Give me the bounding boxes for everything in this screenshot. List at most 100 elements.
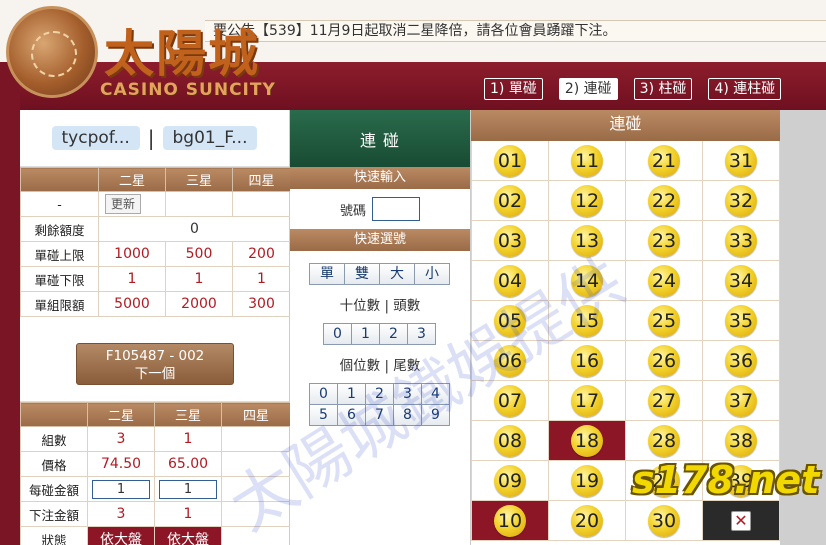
limits-header-3star: 三星 bbox=[165, 167, 233, 192]
number-cell[interactable]: 02 bbox=[472, 181, 549, 221]
user-accounts: tycpof... | bg01_F... bbox=[20, 110, 289, 167]
group-limit-3star: 2000 bbox=[165, 291, 233, 317]
ones-9-button[interactable]: 9 bbox=[421, 404, 450, 426]
number-cell[interactable]: 31 bbox=[703, 141, 780, 181]
number-cell[interactable]: 39 bbox=[703, 461, 780, 501]
clear-selection-button[interactable]: ✕ bbox=[703, 501, 780, 541]
number-cell[interactable]: 34 bbox=[703, 261, 780, 301]
min-bet-2star: 1 bbox=[98, 266, 166, 292]
number-cell[interactable]: 16 bbox=[549, 341, 626, 381]
refresh-button[interactable]: 更新 bbox=[105, 194, 142, 214]
group-count-3star: 1 bbox=[154, 426, 222, 452]
amount-input-2star[interactable] bbox=[92, 479, 150, 499]
number-cell[interactable]: 18 bbox=[549, 421, 626, 461]
group-limit-2star: 5000 bbox=[98, 291, 166, 317]
small-button[interactable]: 小 bbox=[414, 263, 450, 285]
number-cell[interactable]: 03 bbox=[472, 221, 549, 261]
number-cell[interactable]: 06 bbox=[472, 341, 549, 381]
remaining-value: 0 bbox=[98, 216, 291, 242]
number-cell[interactable]: 05 bbox=[472, 301, 549, 341]
number-cell[interactable]: 17 bbox=[549, 381, 626, 421]
number-cell[interactable]: 25 bbox=[626, 301, 703, 341]
number-cell[interactable]: 08 bbox=[472, 421, 549, 461]
number-input[interactable] bbox=[372, 197, 420, 221]
price-3star: 65.00 bbox=[154, 451, 222, 477]
number-cell[interactable]: 27 bbox=[626, 381, 703, 421]
even-button[interactable]: 雙 bbox=[344, 263, 380, 285]
tens-0-button[interactable]: 0 bbox=[323, 323, 352, 345]
number-cell[interactable]: 15 bbox=[549, 301, 626, 341]
left-edge-strip bbox=[0, 62, 20, 545]
limits-dash: - bbox=[20, 191, 99, 217]
ones-0-button[interactable]: 0 bbox=[309, 383, 338, 405]
number-cell[interactable]: 37 bbox=[703, 381, 780, 421]
amount-input-3star[interactable] bbox=[159, 479, 217, 499]
number-cell[interactable]: 30 bbox=[626, 501, 703, 541]
tab-pillar-combo[interactable]: 3) 柱碰 bbox=[633, 78, 693, 100]
limits-header-blank bbox=[20, 167, 99, 192]
number-cell[interactable]: 10 bbox=[472, 501, 549, 541]
number-cell[interactable]: 29 bbox=[626, 461, 703, 501]
total-label: 下注金額 bbox=[20, 501, 88, 527]
number-cell[interactable]: 01 bbox=[472, 141, 549, 181]
next-ticket-button[interactable]: F105487 - 002 下一個 bbox=[76, 343, 234, 385]
number-cell[interactable]: 32 bbox=[703, 181, 780, 221]
number-ball: 30 bbox=[648, 504, 680, 537]
total-4star bbox=[221, 501, 291, 527]
number-cell[interactable]: 23 bbox=[626, 221, 703, 261]
number-cell[interactable]: 07 bbox=[472, 381, 549, 421]
status-2star: 依大盤 bbox=[87, 526, 155, 545]
ones-2-button[interactable]: 2 bbox=[365, 383, 394, 405]
number-ball: 14 bbox=[571, 264, 603, 297]
number-ball: 37 bbox=[725, 384, 757, 417]
number-ball: 15 bbox=[571, 304, 603, 337]
number-ball: 12 bbox=[571, 184, 603, 217]
number-ball: 27 bbox=[648, 384, 680, 417]
number-ball: 02 bbox=[494, 184, 526, 217]
total-2star: 3 bbox=[87, 501, 155, 527]
type-button-group: 單 雙 大 小 bbox=[290, 263, 470, 285]
number-cell[interactable]: 33 bbox=[703, 221, 780, 261]
number-cell[interactable]: 19 bbox=[549, 461, 626, 501]
max-bet-2star: 1000 bbox=[98, 241, 166, 267]
user-account-1[interactable]: tycpof... bbox=[51, 126, 140, 150]
tens-2-button[interactable]: 2 bbox=[379, 323, 408, 345]
ones-8-button[interactable]: 8 bbox=[393, 404, 422, 426]
number-cell[interactable]: 13 bbox=[549, 221, 626, 261]
number-cell[interactable]: 11 bbox=[549, 141, 626, 181]
tab-linked-combo[interactable]: 2) 連碰 bbox=[558, 78, 618, 100]
ones-4-button[interactable]: 4 bbox=[421, 383, 450, 405]
odd-button[interactable]: 單 bbox=[309, 263, 345, 285]
number-cell[interactable]: 24 bbox=[626, 261, 703, 301]
number-cell[interactable]: 14 bbox=[549, 261, 626, 301]
number-cell[interactable]: 26 bbox=[626, 341, 703, 381]
min-bet-label: 單碰下限 bbox=[20, 266, 99, 292]
ones-3-button[interactable]: 3 bbox=[393, 383, 422, 405]
tens-1-button[interactable]: 1 bbox=[351, 323, 380, 345]
group-limit-4star: 300 bbox=[232, 291, 291, 317]
number-cell[interactable]: 04 bbox=[472, 261, 549, 301]
number-cell[interactable]: 12 bbox=[549, 181, 626, 221]
number-cell[interactable]: 21 bbox=[626, 141, 703, 181]
number-cell[interactable]: 28 bbox=[626, 421, 703, 461]
tens-label: 十位數 | 頭數 bbox=[339, 298, 421, 314]
ones-5-button[interactable]: 5 bbox=[309, 404, 338, 426]
big-button[interactable]: 大 bbox=[379, 263, 415, 285]
casino-logo[interactable]: 太陽城 CASINO SUNCITY bbox=[0, 0, 290, 110]
ones-7-button[interactable]: 7 bbox=[365, 404, 394, 426]
quick-select-panel: 連 碰 快速輸入 號碼 快速選號 單 雙 大 小 十位數 | 頭數 0 1 2 … bbox=[290, 110, 471, 545]
number-cell[interactable]: 38 bbox=[703, 421, 780, 461]
ones-6-button[interactable]: 6 bbox=[337, 404, 366, 426]
ones-1-button[interactable]: 1 bbox=[337, 383, 366, 405]
tab-linked-pillar-combo[interactable]: 4) 連柱碰 bbox=[708, 78, 782, 100]
tens-3-button[interactable]: 3 bbox=[407, 323, 436, 345]
number-cell[interactable]: 22 bbox=[626, 181, 703, 221]
number-ball: 09 bbox=[494, 464, 526, 497]
number-cell[interactable]: 09 bbox=[472, 461, 549, 501]
tab-single-combo[interactable]: 1) 單碰 bbox=[484, 78, 543, 100]
number-ball: 23 bbox=[648, 224, 680, 257]
number-cell[interactable]: 20 bbox=[549, 501, 626, 541]
user-account-2[interactable]: bg01_F... bbox=[162, 126, 258, 150]
number-cell[interactable]: 35 bbox=[703, 301, 780, 341]
number-cell[interactable]: 36 bbox=[703, 341, 780, 381]
